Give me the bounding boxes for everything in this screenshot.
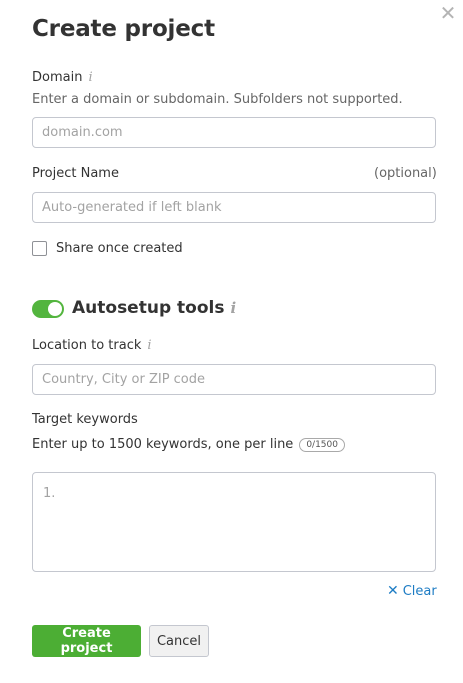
location-label: Location to track <box>32 338 142 353</box>
optional-label: (optional) <box>374 166 437 181</box>
keywords-label: Target keywords <box>32 412 138 427</box>
location-label-row: Location to track i <box>32 338 152 353</box>
project-name-label: Project Name <box>32 166 119 181</box>
clear-label: Clear <box>402 584 437 599</box>
info-icon: i <box>147 338 152 353</box>
location-input[interactable] <box>32 364 436 395</box>
autosetup-label: Autosetup tools <box>72 298 225 318</box>
create-project-button[interactable]: Create project <box>32 625 141 657</box>
dialog-title: Create project <box>32 16 215 42</box>
project-name-input[interactable] <box>32 192 436 223</box>
keywords-textarea[interactable] <box>32 472 436 572</box>
domain-label: Domain <box>32 70 83 85</box>
domain-help-text: Enter a domain or subdomain. Subfolders … <box>32 92 403 107</box>
keywords-help-text: Enter up to 1500 keywords, one per line <box>32 437 294 452</box>
domain-input[interactable] <box>32 117 436 148</box>
cancel-button[interactable]: Cancel <box>149 625 209 657</box>
keywords-help-row: Enter up to 1500 keywords, one per line 0… <box>32 437 345 452</box>
share-label[interactable]: Share once created <box>56 241 183 256</box>
clear-button[interactable]: ✕ Clear <box>387 583 437 599</box>
domain-label-row: Domain i <box>32 70 93 85</box>
info-icon: i <box>88 70 93 85</box>
keyword-counter-badge: 0/1500 <box>299 438 345 452</box>
autosetup-heading: Autosetup tools i <box>72 298 236 318</box>
x-icon: ✕ <box>387 583 399 599</box>
info-icon: i <box>230 299 237 317</box>
autosetup-toggle[interactable] <box>32 300 64 318</box>
close-icon[interactable]: ✕ <box>438 3 458 23</box>
share-checkbox[interactable] <box>32 241 47 256</box>
toggle-knob <box>48 302 62 316</box>
